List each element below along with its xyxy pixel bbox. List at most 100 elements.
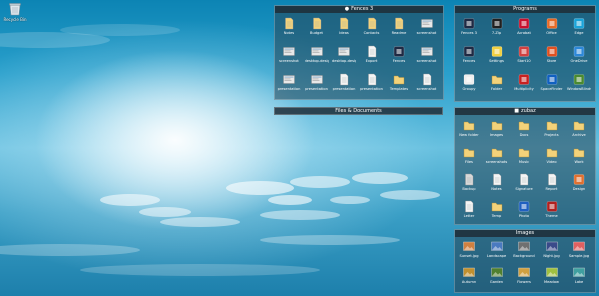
fence-item[interactable]: Fences 3 [457, 17, 481, 35]
fence-item[interactable]: screenshot [277, 45, 301, 63]
fence-item[interactable]: Contacts [360, 17, 384, 35]
fence-zubaz[interactable]: ■ zubaz New folder Images Docs Projects Archi… [454, 107, 596, 225]
fence-images[interactable]: Images Sunset.jpg Landscape Background N… [454, 229, 596, 293]
fence-item[interactable]: Store [540, 45, 564, 63]
recycle-bin-shortcut[interactable]: Recycle Bin [2, 2, 28, 22]
fence-item-label: Fences [392, 59, 406, 63]
fence-item[interactable]: Notes [277, 17, 301, 35]
fence-item[interactable]: Start10 [512, 45, 536, 63]
fence-item[interactable]: Fences [457, 45, 481, 63]
fence-item-label: Templates [389, 87, 409, 91]
fence-item[interactable]: Photo [512, 200, 536, 218]
fence-item[interactable]: New folder [457, 119, 481, 137]
fence-title: zubaz [521, 108, 536, 114]
fence-item[interactable]: Ideas [332, 17, 356, 35]
app-icon [518, 201, 530, 212]
fence-item[interactable]: screenshots [485, 146, 509, 164]
fence-item[interactable]: Work [567, 146, 591, 164]
fence-item[interactable]: Images [485, 119, 509, 137]
fence-item-label: Sample.jpg [568, 254, 590, 258]
fence-item-label: presentation [360, 87, 383, 91]
fence-title-bar[interactable]: Images [455, 230, 595, 237]
fence-item[interactable]: presentation [305, 73, 329, 91]
photo-icon [545, 267, 558, 277]
fence-item[interactable]: Signature [512, 173, 536, 191]
fence-item[interactable]: Meadow [540, 266, 564, 284]
fence-item[interactable]: Export [360, 45, 384, 63]
fence-item[interactable]: Docs [512, 119, 536, 137]
fence-item-label: presentation [332, 87, 356, 91]
image-icon [420, 47, 433, 56]
fence-item[interactable]: Groupy [457, 73, 481, 91]
fence-item[interactable]: Fences [387, 45, 411, 63]
folder-icon [546, 121, 557, 131]
folder-icon [573, 148, 585, 158]
fence-item[interactable]: Temp [485, 200, 509, 218]
fence-item[interactable]: OneDrive [567, 45, 591, 63]
doc-icon [465, 173, 474, 186]
fence-item[interactable]: 7-Zip [485, 17, 509, 35]
fence-item[interactable]: Acrobat [512, 17, 536, 35]
fence-item[interactable]: Autumn [457, 266, 481, 284]
doc-icon [520, 173, 529, 186]
fence-item[interactable]: Notes [485, 173, 509, 191]
fence-item[interactable]: Files [457, 146, 481, 164]
fence-item[interactable]: Background [512, 240, 536, 258]
fence-item[interactable]: Settings [485, 45, 509, 63]
app-icon [573, 46, 585, 57]
fence-item[interactable]: Report [540, 173, 564, 191]
fence-item-label: Readme [391, 31, 407, 35]
fence-item[interactable]: Lake [567, 266, 591, 284]
fence-item[interactable]: SpaceFinder [540, 73, 564, 91]
fence-item[interactable]: Readme [387, 17, 411, 35]
fence-item[interactable]: Night.jpg [540, 240, 564, 258]
fence-grid: New folder Images Docs Projects Archive Files… [455, 115, 595, 224]
fence-item[interactable]: Letter [457, 200, 481, 218]
fence-item[interactable]: presentation [360, 73, 384, 91]
fence-item-label: Landscape [486, 254, 507, 258]
pin-icon: ● [344, 6, 350, 12]
fence-title: Images [515, 230, 535, 236]
fence-item[interactable]: Projects [540, 119, 564, 137]
fence-item[interactable]: WindowBlinds [567, 73, 591, 91]
photo-icon [573, 267, 585, 277]
fence-item[interactable]: Sunset.jpg [457, 240, 481, 258]
fence-programs[interactable]: Programs Fences 3 7-Zip Acrobat Office E… [454, 5, 596, 102]
fence-item[interactable]: Archive [567, 119, 591, 137]
fence-item[interactable]: Templates [387, 73, 411, 91]
fence-item[interactable]: Multiplicity [512, 73, 536, 91]
fence-item-label: presentation [277, 87, 301, 91]
fence-item[interactable]: screenshot [415, 17, 439, 35]
fence-item[interactable]: Backup [457, 173, 481, 191]
fence-item-label: Archive [572, 133, 586, 137]
fence-fences3[interactable]: ● Fences 3 Notes Budget Ideas Contacts R… [274, 5, 444, 100]
fence-item[interactable]: Sample.jpg [567, 240, 591, 258]
fence-item[interactable]: Video [540, 146, 564, 164]
fence-item[interactable]: screenshot [415, 73, 439, 91]
fence-item[interactable]: presentation [277, 73, 301, 91]
fence-item[interactable]: Landscape [485, 240, 509, 258]
fence-grid: Sunset.jpg Landscape Background Night.jp… [455, 237, 595, 292]
fence-item[interactable]: Design [567, 173, 591, 191]
fence-item[interactable]: Edge [567, 17, 591, 35]
fence-item[interactable]: Budget [305, 17, 329, 35]
fence-item[interactable]: Music [512, 146, 536, 164]
fence-item[interactable]: Flowers [512, 266, 536, 284]
fence-item[interactable]: screenshot [415, 45, 439, 63]
fence-item-label: Music [518, 160, 530, 164]
fence-item[interactable]: Garden [485, 266, 509, 284]
fence-item[interactable]: desktop-design [332, 45, 356, 63]
fence-item[interactable]: Office [540, 17, 564, 35]
fence-title-bar[interactable]: ■ zubaz [455, 108, 595, 115]
fence-files-documents-collapsed[interactable]: Files & Documents [274, 107, 443, 115]
fence-item[interactable]: Folder [485, 73, 509, 91]
fence-title-bar[interactable]: Programs [455, 6, 595, 13]
fence-item-label: Video [546, 160, 557, 164]
fence-item[interactable]: Theme [540, 200, 564, 218]
fence-title: Fences 3 [351, 6, 374, 12]
fence-item-label: Letter [463, 214, 475, 218]
fence-item[interactable]: desktop-design [305, 45, 329, 63]
fence-item-label: Multiplicity [514, 87, 534, 91]
fence-title-bar[interactable]: ● Fences 3 [275, 6, 443, 13]
fence-item[interactable]: presentation [332, 73, 356, 91]
